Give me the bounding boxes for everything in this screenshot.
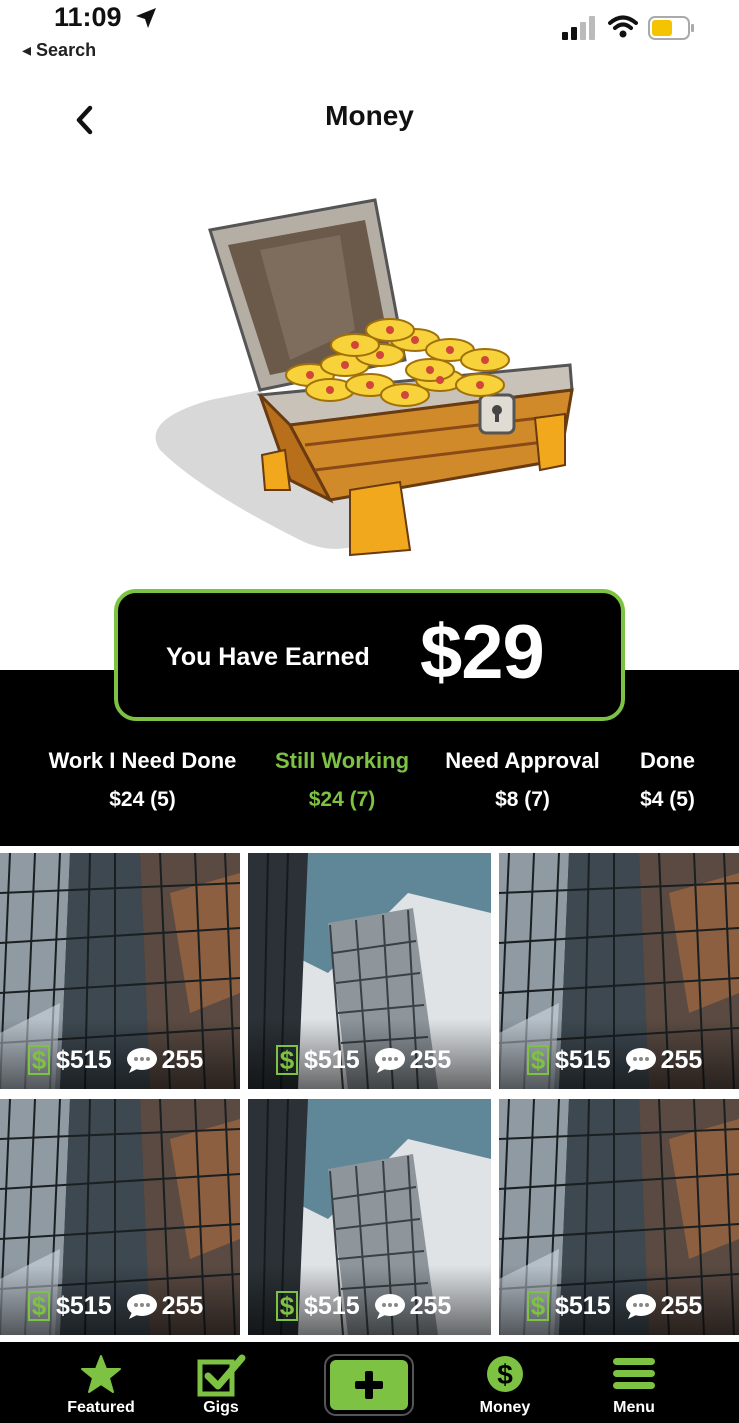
tab-label: Still Working <box>274 748 410 773</box>
nav-featured[interactable]: Featured <box>46 1342 156 1423</box>
hamburger-menu-icon <box>613 1358 655 1389</box>
dollar-icon: $ <box>527 1291 549 1321</box>
dollar-icon: $ <box>276 1045 298 1075</box>
tile-price: $515 <box>56 1291 112 1320</box>
earned-label: You Have Earned <box>166 643 370 671</box>
battery-icon <box>648 16 694 40</box>
nav-money[interactable]: $ Money <box>450 1342 560 1423</box>
tab-work-i-need-done[interactable]: Work I Need Done $24 (5) <box>30 748 255 812</box>
gig-tile[interactable]: $ $515 255 <box>248 1099 491 1335</box>
tile-comments: 255 <box>161 1291 204 1320</box>
tab-label: Work I Need Done <box>48 748 237 773</box>
tab-done[interactable]: Done $4 (5) <box>625 748 710 812</box>
nav-label: Gigs <box>203 1399 239 1416</box>
nav-menu[interactable]: Menu <box>579 1342 689 1423</box>
status-tabs: Work I Need Done $24 (5) Still Working $… <box>0 748 739 828</box>
dollar-icon: $ <box>28 1045 50 1075</box>
tile-price: $515 <box>56 1045 112 1074</box>
comment-bubble-icon <box>126 1048 157 1073</box>
treasure-chest-illustration <box>155 198 574 557</box>
cellular-signal-icon <box>562 16 595 40</box>
nav-label: Menu <box>613 1399 655 1416</box>
tile-price: $515 <box>304 1291 360 1320</box>
nav-gigs[interactable]: Gigs <box>166 1342 276 1423</box>
tab-need-approval[interactable]: Need Approval $8 (7) <box>430 748 615 812</box>
gig-tile[interactable]: $ $515 255 <box>499 1099 739 1335</box>
status-bar: 11:09 ◂ Search <box>0 0 739 70</box>
tile-meta: $ $515 255 <box>527 1045 702 1075</box>
plus-icon <box>355 1371 383 1399</box>
tile-comments: 255 <box>660 1045 703 1074</box>
add-gig-button[interactable] <box>324 1354 414 1416</box>
svg-text:$: $ <box>280 1045 295 1075</box>
tile-price: $515 <box>555 1045 611 1074</box>
dollar-icon: $ <box>28 1291 50 1321</box>
svg-text:$: $ <box>32 1045 47 1075</box>
checkbox-icon <box>197 1354 246 1397</box>
svg-text:$: $ <box>531 1291 546 1321</box>
comment-bubble-icon <box>374 1294 405 1319</box>
gig-tile[interactable]: $ $515 255 <box>248 853 491 1089</box>
tab-value: $4 (5) <box>640 788 695 811</box>
nav-label: Featured <box>67 1399 135 1416</box>
dollar-icon: $ <box>527 1045 549 1075</box>
earned-card: You Have Earned $29 <box>114 589 625 721</box>
wifi-icon <box>608 15 638 38</box>
back-to-app-link[interactable]: ◂ Search <box>22 40 96 61</box>
location-arrow-icon <box>136 8 156 28</box>
tile-comments: 255 <box>409 1291 452 1320</box>
dollar-circle-icon: $ <box>487 1356 523 1392</box>
tile-meta: $ $515 255 <box>276 1291 451 1321</box>
tile-comments: 255 <box>660 1291 703 1320</box>
tile-comments: 255 <box>409 1045 452 1074</box>
tab-value: $24 (5) <box>109 788 176 811</box>
nav-label: Money <box>479 1399 531 1416</box>
comment-bubble-icon <box>126 1294 157 1319</box>
tile-meta: $ $515 255 <box>527 1291 702 1321</box>
comment-bubble-icon <box>625 1294 656 1319</box>
tab-label: Need Approval <box>445 748 600 773</box>
gig-tile[interactable]: $ $515 255 <box>0 1099 240 1335</box>
tile-meta: $ $515 255 <box>28 1045 203 1075</box>
tile-price: $515 <box>304 1045 360 1074</box>
gig-grid: $ $515 255 $ $515 255 $ $515 255 $ $515 … <box>0 853 739 1337</box>
tile-price: $515 <box>555 1291 611 1320</box>
page-title: Money <box>325 100 414 131</box>
tab-value: $8 (7) <box>495 788 550 811</box>
comment-bubble-icon <box>625 1048 656 1073</box>
tab-label: Done <box>640 748 695 773</box>
status-time: 11:09 <box>54 2 122 32</box>
dollar-icon: $ <box>276 1291 298 1321</box>
tile-meta: $ $515 255 <box>28 1291 203 1321</box>
tab-still-working[interactable]: Still Working $24 (7) <box>262 748 422 812</box>
comment-bubble-icon <box>374 1048 405 1073</box>
svg-text:$: $ <box>32 1291 47 1321</box>
gig-tile[interactable]: $ $515 255 <box>0 853 240 1089</box>
star-icon <box>81 1355 121 1393</box>
tab-value: $24 (7) <box>308 788 376 811</box>
tile-comments: 255 <box>161 1045 204 1074</box>
svg-text:$: $ <box>497 1359 513 1390</box>
earned-amount: $29 <box>420 610 545 695</box>
tile-meta: $ $515 255 <box>276 1045 451 1075</box>
svg-text:$: $ <box>280 1291 295 1321</box>
gig-tile[interactable]: $ $515 255 <box>499 853 739 1089</box>
svg-text:$: $ <box>531 1045 546 1075</box>
